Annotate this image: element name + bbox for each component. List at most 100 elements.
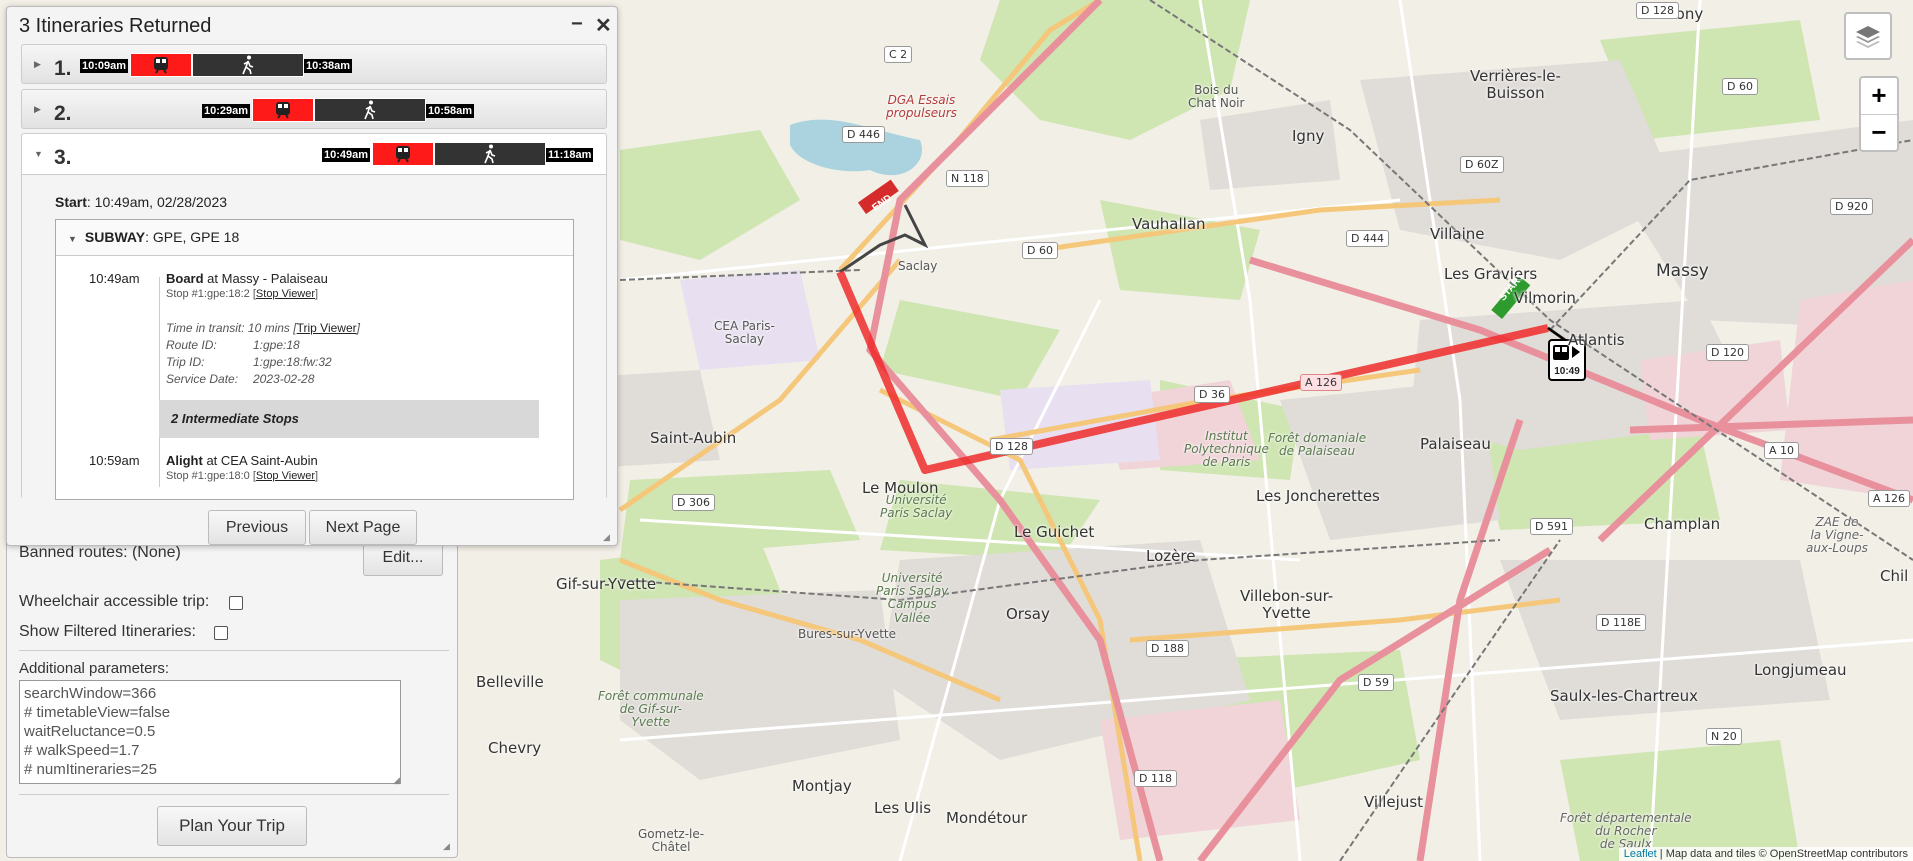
vehicle-time-label: 10:49: [1554, 366, 1580, 377]
start-time-tag: 10:49am: [322, 148, 371, 162]
textarea-resize-handle[interactable]: ◢: [393, 776, 401, 785]
end-time-tag: 11:18am: [546, 148, 594, 162]
walk-leg: [192, 53, 304, 77]
trip-id-value: 1:gpe:18:fw:32: [253, 355, 332, 369]
place-label: Forêt communale de Gif-sur- Yvette: [598, 689, 704, 730]
place-label: Massy: [1656, 261, 1709, 281]
route-id-label: Route ID:: [166, 338, 217, 352]
show-filtered-checkbox[interactable]: [214, 626, 228, 640]
wheelchair-checkbox[interactable]: [229, 596, 243, 610]
start-time-tag: 10:29am: [202, 104, 251, 118]
end-time-tag: 10:38am: [304, 59, 353, 73]
subway-leg: [372, 142, 434, 166]
subway-icon: [276, 102, 290, 119]
place-label: Saclay: [898, 259, 938, 273]
road-shield: D 128: [990, 438, 1033, 455]
itinerary-number: 2.: [54, 102, 72, 125]
alight-stop-id: Stop #1:gpe:18:0 [: [166, 470, 256, 482]
place-label: Villaine: [1430, 225, 1485, 243]
walk-leg: [434, 142, 546, 166]
subway-leg: [130, 53, 192, 77]
road-shield: D 60: [1022, 242, 1058, 259]
place-label: CEA Paris- Saclay: [714, 319, 775, 347]
road-shield: A 126: [1300, 374, 1343, 391]
leaflet-link[interactable]: Leaflet: [1624, 848, 1657, 860]
itinerary-row-2[interactable]: ▶ 2. 10:29am 10:58am: [21, 89, 607, 129]
trip-options-panel: Banned routes: (None) Edit... Wheelchair…: [6, 540, 458, 858]
itinerary-row-3[interactable]: ▼ 3. 10:49am 11:18am Start: 10:49am, 02/…: [21, 133, 607, 500]
place-label: Champlan: [1644, 515, 1721, 533]
place-label: Le Guichet: [1014, 523, 1095, 541]
place-label: Saint-Aubin: [650, 429, 737, 447]
road-shield: D 59: [1358, 674, 1394, 691]
place-label: ZAE de la Vigne- aux-Loups: [1806, 515, 1868, 556]
additional-params-textarea[interactable]: searchWindow=366 # timetableView=false w…: [19, 680, 401, 784]
leg-mode: SUBWAY: [84, 229, 146, 245]
itinerary-timeline-bar: 10:29am 10:58am: [202, 98, 502, 122]
end-time-tag: 10:58am: [426, 104, 475, 118]
previous-page-button[interactable]: Previous: [208, 510, 306, 545]
leg-routes: : GPE, GPE 18: [145, 229, 240, 245]
route-id-value: 1:gpe:18: [253, 338, 300, 352]
divider: [19, 650, 449, 651]
alight-action: Alight: [166, 453, 203, 468]
place-label: Villejust: [1364, 793, 1424, 811]
place-label: Forêt départementale du Rocher de Saulx: [1560, 811, 1692, 852]
road-shield: D 446: [842, 126, 885, 143]
intermediate-stops-toggle[interactable]: 2 Intermediate Stops: [159, 400, 539, 438]
transit-meta: Time in transit: 10 mins [Trip Viewer] R…: [166, 320, 360, 388]
panel-resize-handle[interactable]: ◢: [603, 533, 611, 542]
place-label: Les Joncherettes: [1256, 487, 1380, 505]
itinerary-number: 3.: [54, 146, 72, 169]
road-shield: D 120: [1706, 344, 1749, 361]
itinerary-number: 1.: [54, 57, 72, 80]
road-shield: D 60Z: [1460, 156, 1504, 173]
alight-time: 10:59am: [89, 453, 140, 468]
road-shield: D 118E: [1596, 614, 1646, 631]
alight-stop: Alight at CEA Saint-Aubin Stop #1:gpe:18…: [166, 453, 318, 482]
stop-viewer-link[interactable]: Stop Viewer: [256, 288, 315, 300]
itineraries-panel: 3 Itineraries Returned − ✕ ▶ 1. 10:09am …: [6, 6, 618, 546]
board-time: 10:49am: [89, 271, 140, 286]
bracket: ]: [356, 321, 360, 335]
leg-header[interactable]: ▼ SUBWAY: GPE, GPE 18: [56, 220, 573, 256]
panel-resize-handle[interactable]: ◢: [443, 842, 451, 851]
service-date-value: 2023-02-28: [253, 372, 315, 386]
place-label: Longjumeau: [1754, 661, 1847, 679]
zoom-control: + −: [1859, 76, 1899, 152]
zoom-in-button[interactable]: +: [1861, 78, 1897, 114]
banned-routes-label: Banned routes: (None): [19, 544, 181, 561]
walk-icon: [242, 55, 254, 75]
zoom-out-button[interactable]: −: [1861, 114, 1897, 150]
walk-icon: [364, 100, 376, 120]
itinerary-row-1[interactable]: ▶ 1. 10:09am 10:38am: [21, 44, 607, 84]
subway-icon: [154, 57, 168, 74]
place-label: Gif-sur-Yvette: [556, 575, 657, 593]
attribution-text: | Map data and tiles © OpenStreetMap con…: [1656, 848, 1908, 860]
road-shield: D 306: [672, 494, 715, 511]
plan-trip-button[interactable]: Plan Your Trip: [157, 806, 307, 846]
place-label: Les Ulis: [874, 799, 932, 817]
itinerary-timeline-bar: 10:49am 11:18am: [322, 142, 612, 166]
road-shield: N 20: [1706, 728, 1742, 745]
walk-leg: [314, 98, 426, 122]
minimize-button[interactable]: −: [571, 13, 583, 36]
next-page-button[interactable]: Next Page: [309, 510, 417, 545]
stop-viewer-link[interactable]: Stop Viewer: [256, 470, 315, 482]
place-label: Villebon-sur- Yvette: [1240, 587, 1334, 622]
divider: [19, 794, 449, 795]
road-shield: D 36: [1194, 386, 1230, 403]
place-label: Bois du Chat Noir: [1188, 83, 1245, 111]
board-stop-id: Stop #1:gpe:18:2 [: [166, 288, 256, 300]
close-button[interactable]: ✕: [595, 13, 612, 38]
trip-viewer-link[interactable]: Trip Viewer: [297, 321, 357, 335]
place-label: Belleville: [476, 673, 544, 691]
road-shield: A 126: [1868, 490, 1911, 507]
itinerary-timeline-bar: 10:09am 10:38am: [80, 53, 380, 77]
bracket: ]: [315, 470, 319, 482]
layers-control[interactable]: [1844, 12, 1892, 60]
road-shield: D 60: [1722, 78, 1758, 95]
place-label: Université Paris Saclay: [880, 493, 953, 521]
wheelchair-label: Wheelchair accessible trip:: [19, 593, 210, 610]
place-label: DGA Essais propulseurs: [886, 93, 957, 121]
